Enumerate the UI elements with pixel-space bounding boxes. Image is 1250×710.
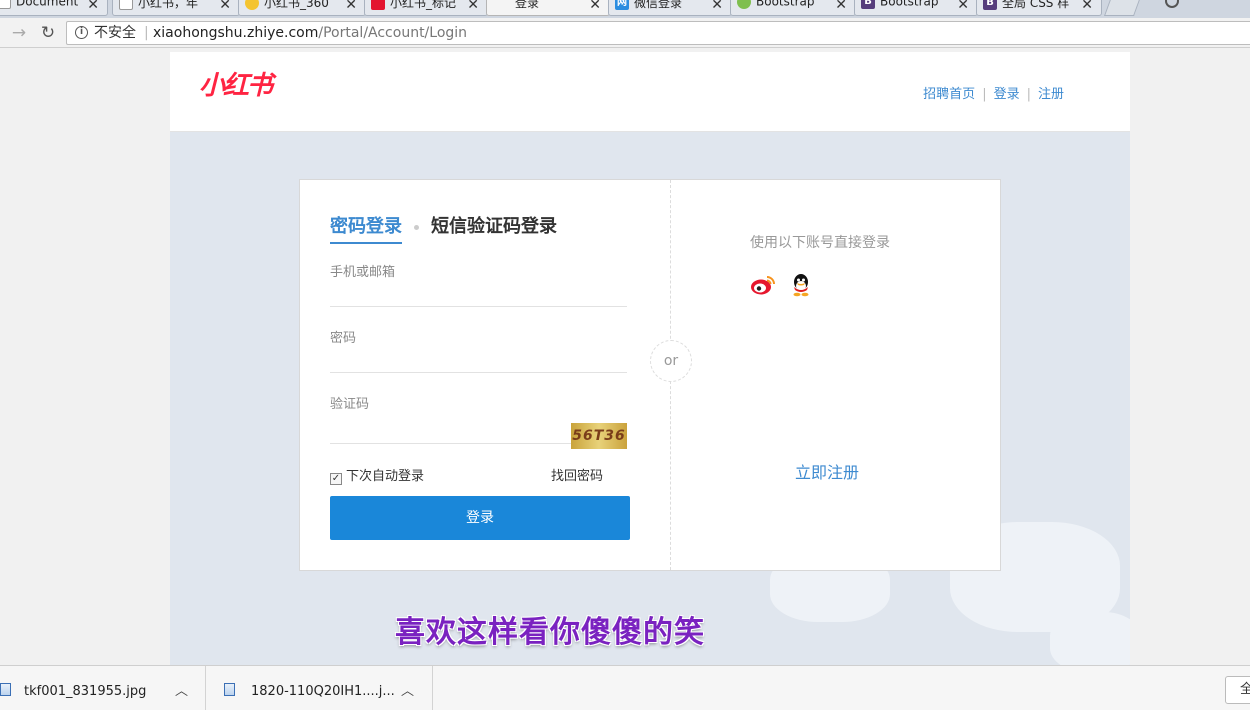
register-now-link[interactable]: 立即注册 xyxy=(795,459,859,483)
page-icon xyxy=(119,0,133,10)
forgot-password-link[interactable]: 找回密码 xyxy=(551,465,603,484)
captcha-field[interactable]: 验证码 56T36 xyxy=(330,393,627,449)
login-card: 密码登录 短信验证码登录 手机或邮箱 密码 验证码 56T36 ✓ 下次自动登录 找… xyxy=(299,179,1001,571)
login-form-panel: 密码登录 短信验证码登录 手机或邮箱 密码 验证码 56T36 ✓ 下次自动登录 找… xyxy=(300,180,671,570)
close-icon[interactable]: ✕ xyxy=(345,0,357,13)
browser-tab[interactable]: B 全局 CSS 样 ✕ xyxy=(976,0,1102,16)
address-bar[interactable]: i 不安全 | xiaohongshu.zhiye.com/Portal/Acc… xyxy=(66,21,1250,45)
nav-link-login[interactable]: 登录 xyxy=(994,87,1020,102)
browser-tab[interactable]: Bootstrap ✕ xyxy=(730,0,856,16)
chevron-up-icon[interactable]: ︿ xyxy=(401,680,414,699)
world-map-decoration xyxy=(1050,612,1130,665)
login-tabs: 密码登录 短信验证码登录 xyxy=(330,212,557,244)
browser-tab[interactable]: 小红书，年 ✕ xyxy=(112,0,240,16)
remember-checkbox[interactable]: ✓ xyxy=(330,473,342,485)
tab-password-login[interactable]: 密码登录 xyxy=(330,212,402,244)
close-icon[interactable]: ✕ xyxy=(589,0,601,13)
browser-tab[interactable]: 小红书_标记 ✕ xyxy=(364,0,488,16)
browser-tab-strip: Document ✕ 小红书，年 ✕ 小红书_360 ✕ 小红书_标记 ✕ 登录… xyxy=(0,0,1250,18)
info-icon[interactable]: i xyxy=(75,26,88,39)
captcha-label: 验证码 xyxy=(330,397,370,412)
nav-link-jobs-home[interactable]: 招聘首页 xyxy=(923,87,975,102)
captcha-image[interactable]: 56T36 xyxy=(571,423,627,449)
subtitle-overlay: 喜欢这样看你傻傻的笑 xyxy=(395,615,705,650)
browser-toolbar: → ↻ i 不安全 | xiaohongshu.zhiye.com/Portal… xyxy=(0,18,1250,48)
back-arrow-icon[interactable]: → xyxy=(8,22,30,44)
account-label: 手机或邮箱 xyxy=(330,265,396,280)
download-filename: 1820-110Q20IH1....j... xyxy=(251,684,395,699)
social-login-title: 使用以下账号直接登录 xyxy=(750,235,890,251)
browser-tab[interactable]: 网微信登录 ✕ xyxy=(608,0,732,16)
xiaohongshu-logo[interactable]: 小红书 xyxy=(199,65,273,102)
tab-divider-dot xyxy=(414,224,419,230)
browser-tab[interactable]: B Bootstrap ✕ xyxy=(854,0,978,16)
xhs-icon xyxy=(371,0,385,10)
download-filename: tkf001_831955.jpg xyxy=(24,684,147,699)
close-icon[interactable]: ✕ xyxy=(835,0,847,13)
login-button[interactable]: 登录 xyxy=(330,496,630,540)
url-text[interactable]: xiaohongshu.zhiye.com/Portal/Account/Log… xyxy=(153,22,467,44)
remember-me[interactable]: ✓ 下次自动登录 xyxy=(330,465,424,485)
browser-tab-active[interactable]: 登录 ✕ xyxy=(486,0,610,16)
close-icon[interactable]: ✕ xyxy=(1081,0,1093,13)
image-file-icon xyxy=(224,683,235,696)
qq-icon[interactable] xyxy=(790,273,812,297)
download-bar: tkf001_831955.jpg ︿ 1820-110Q20IH1....j.… xyxy=(0,665,1250,710)
nav-separator: | xyxy=(1026,87,1031,102)
header-nav: 招聘首页 | 登录 | 注册 xyxy=(923,83,1064,102)
document-icon xyxy=(0,0,11,9)
close-icon[interactable]: ✕ xyxy=(711,0,723,13)
tab-sms-login[interactable]: 短信验证码登录 xyxy=(431,212,557,238)
bootstrap-b-icon: B xyxy=(983,0,997,10)
chrome-icon xyxy=(245,0,259,10)
password-label: 密码 xyxy=(330,331,357,346)
download-item[interactable]: 1820-110Q20IH1....j... ︿ xyxy=(206,666,433,710)
weibo-icon[interactable] xyxy=(750,274,776,296)
profile-icon[interactable] xyxy=(1165,0,1179,8)
image-file-icon xyxy=(0,683,11,696)
nav-link-register[interactable]: 注册 xyxy=(1038,87,1064,102)
security-label[interactable]: 不安全 xyxy=(94,22,136,44)
close-icon[interactable]: ✕ xyxy=(467,0,479,13)
close-icon[interactable]: ✕ xyxy=(219,0,231,13)
bootstrap-b-icon: B xyxy=(861,0,875,9)
show-all-downloads-button[interactable]: 全 xyxy=(1225,676,1250,704)
account-field[interactable]: 手机或邮箱 xyxy=(330,261,627,307)
close-icon[interactable]: ✕ xyxy=(87,0,99,13)
or-divider: or xyxy=(650,340,692,382)
url-separator: | xyxy=(144,25,149,41)
close-icon[interactable]: ✕ xyxy=(957,0,969,13)
new-tab-button[interactable] xyxy=(1103,0,1143,16)
site-header: 小红书 招聘首页 | 登录 | 注册 xyxy=(170,52,1130,132)
password-field[interactable]: 密码 xyxy=(330,327,627,373)
browser-tab[interactable]: 小红书_360 ✕ xyxy=(238,0,366,16)
chevron-up-icon[interactable]: ︿ xyxy=(175,680,188,699)
browser-tab[interactable]: Document ✕ xyxy=(0,0,108,16)
remember-label: 下次自动登录 xyxy=(346,469,425,484)
wechat-icon: 网 xyxy=(615,0,629,10)
reload-icon[interactable]: ↻ xyxy=(37,22,59,44)
nav-separator: | xyxy=(982,87,987,102)
bootstrap-icon xyxy=(737,0,751,9)
download-item[interactable]: tkf001_831955.jpg ︿ xyxy=(0,666,206,710)
